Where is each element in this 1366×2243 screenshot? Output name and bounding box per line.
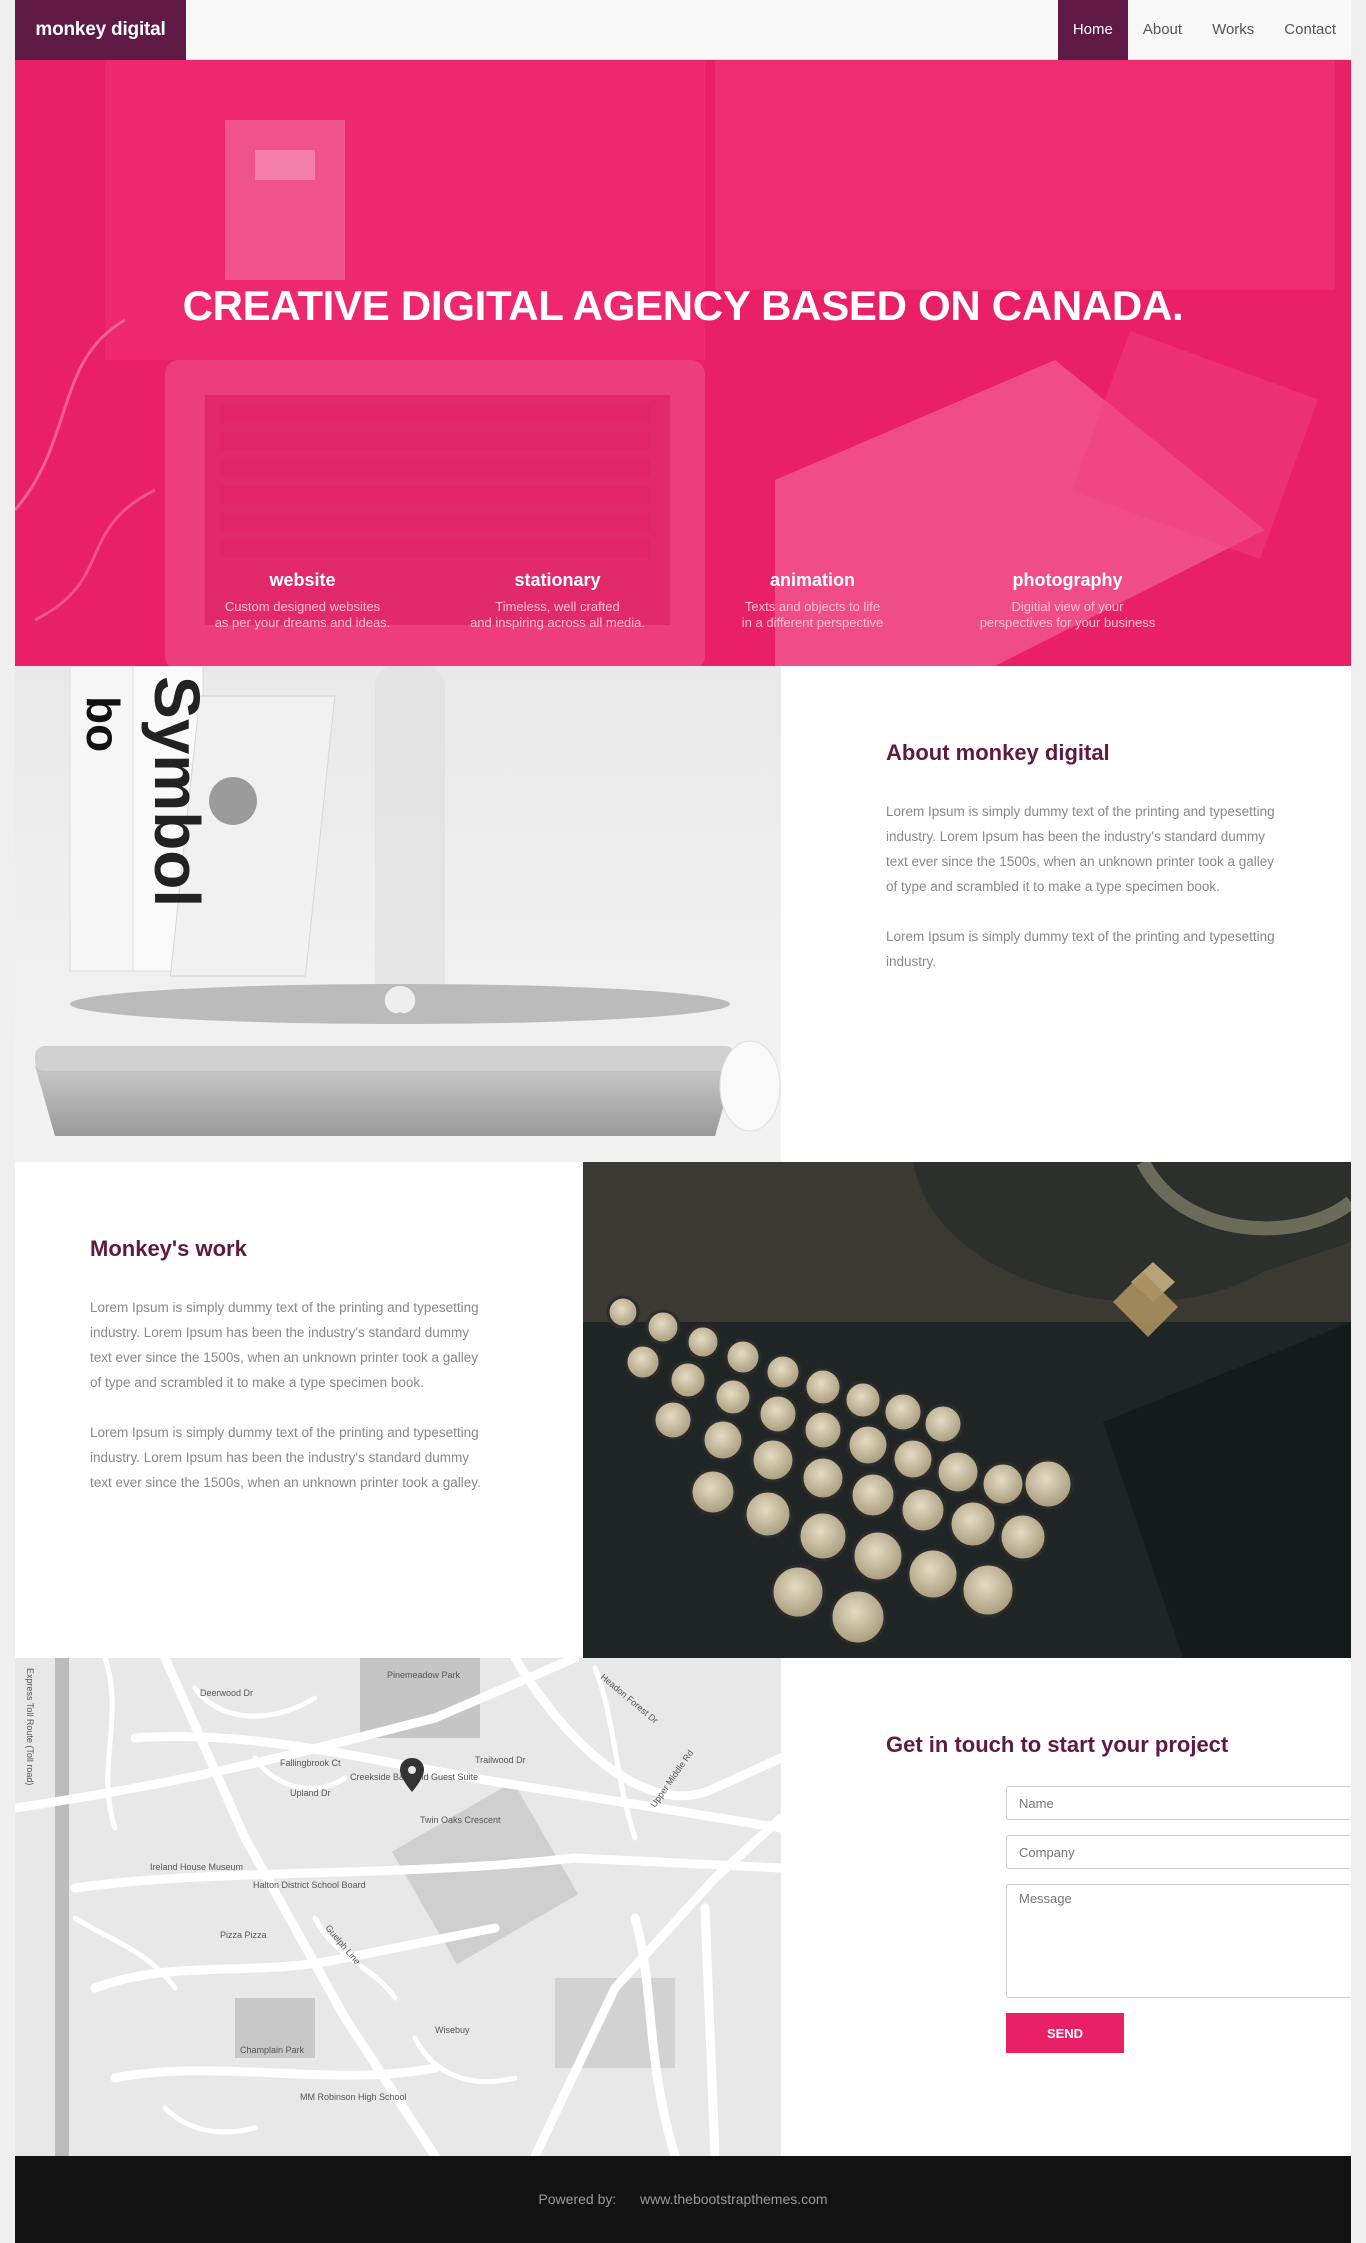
page: monkey digital Home About Works Contact xyxy=(15,0,1351,2243)
navbar: monkey digital Home About Works Contact xyxy=(15,0,1351,60)
company-field[interactable] xyxy=(1006,1835,1351,1869)
map-canvas: Deerwood Dr Fallingbrook Ct Upland Dr Pi… xyxy=(15,1658,781,2156)
work-image xyxy=(583,1162,1351,1658)
nav-works[interactable]: Works xyxy=(1197,0,1269,60)
map-label: MM Robinson High School xyxy=(300,2092,407,2102)
svg-text:Symbol: Symbol xyxy=(141,676,213,907)
footer: Powered by: www.thebootstrapthemes.com xyxy=(15,2156,1351,2243)
feature-photography: photography Digitial view of your perspe… xyxy=(940,570,1195,631)
main-nav: Home About Works Contact xyxy=(1057,0,1351,60)
map-label: Upland Dr xyxy=(290,1788,331,1798)
map-label: Pinemeadow Park xyxy=(387,1670,461,1680)
feature-line: Digitial view of your xyxy=(1011,599,1124,614)
feature-line: Custom designed websites xyxy=(224,599,381,614)
feature-line: perspectives for your business xyxy=(979,615,1156,630)
map-label: Twin Oaks Crescent xyxy=(420,1815,501,1825)
map-label: Pizza Pizza xyxy=(220,1930,267,1940)
feature-line: and inspiring across all media. xyxy=(470,615,645,630)
map-label: Fallingbrook Ct xyxy=(280,1758,341,1768)
feature-title: stationary xyxy=(514,570,601,590)
footer-link[interactable]: www.thebootstrapthemes.com xyxy=(640,2191,828,2207)
hero-title: CREATIVE DIGITAL AGENCY BASED ON CANADA. xyxy=(182,282,1184,329)
laptop-books-photo: Symbol bo xyxy=(15,666,781,1162)
about-image: Symbol bo xyxy=(15,666,781,1162)
footer-powered: Powered by: xyxy=(538,2191,617,2207)
brand-logo[interactable]: monkey digital xyxy=(15,0,186,60)
work-paragraph: Lorem Ipsum is simply dummy text of the … xyxy=(90,1300,479,1390)
nav-about[interactable]: About xyxy=(1128,0,1197,60)
svg-text:bo: bo xyxy=(77,696,129,752)
map-label: Trailwood Dr xyxy=(475,1755,526,1765)
about-title: About monkey digital xyxy=(886,740,1110,765)
feature-line: as per your dreams and ideas. xyxy=(214,615,391,630)
feature-website: website Custom designed websites as per … xyxy=(175,570,430,631)
feature-line: Texts and objects to life xyxy=(744,599,881,614)
feature-line: Timeless, well crafted xyxy=(495,599,620,614)
nav-contact[interactable]: Contact xyxy=(1269,0,1351,60)
about-paragraph: Lorem Ipsum is simply dummy text of the … xyxy=(886,929,1275,969)
feature-list: website Custom designed websites as per … xyxy=(175,570,1195,631)
work-title: Monkey's work xyxy=(90,1236,247,1261)
typewriter-photo xyxy=(583,1162,1351,1658)
location-map[interactable]: Deerwood Dr Fallingbrook Ct Upland Dr Pi… xyxy=(15,1658,781,2156)
feature-stationary: stationary Timeless, well crafted and in… xyxy=(430,570,685,631)
work-paragraph: Lorem Ipsum is simply dummy text of the … xyxy=(90,1425,481,1490)
contact-section: Get in touch to start your project SEND xyxy=(886,1732,1351,2053)
nav-home[interactable]: Home xyxy=(1057,0,1128,60)
hero-section: CREATIVE DIGITAL AGENCY BASED ON CANADA.… xyxy=(15,60,1351,666)
map-label: Champlain Park xyxy=(240,2045,305,2055)
contact-title: Get in touch to start your project xyxy=(886,1732,1229,1757)
send-button[interactable]: SEND xyxy=(1006,2013,1124,2053)
map-label: Halton District School Board xyxy=(253,1880,366,1890)
map-label: Deerwood Dr xyxy=(200,1688,253,1698)
about-section: About monkey digital Lorem Ipsum is simp… xyxy=(886,740,1286,999)
about-paragraph: Lorem Ipsum is simply dummy text of the … xyxy=(886,804,1275,894)
name-field[interactable] xyxy=(1006,1786,1351,1820)
contact-form: SEND xyxy=(1006,1786,1351,2053)
feature-line: in a different perspective xyxy=(741,615,884,630)
feature-animation: animation Texts and objects to life in a… xyxy=(685,570,940,631)
feature-title: animation xyxy=(769,570,855,590)
map-label: Express Toll Route (Toll road) xyxy=(25,1668,35,1785)
map-label: Ireland House Museum xyxy=(150,1862,243,1872)
map-label: Wisebuy xyxy=(435,2025,470,2035)
feature-title: website xyxy=(269,570,336,590)
work-section: Monkey's work Lorem Ipsum is simply dumm… xyxy=(90,1236,490,1520)
feature-title: photography xyxy=(1012,570,1123,590)
message-field[interactable] xyxy=(1006,1884,1351,1998)
